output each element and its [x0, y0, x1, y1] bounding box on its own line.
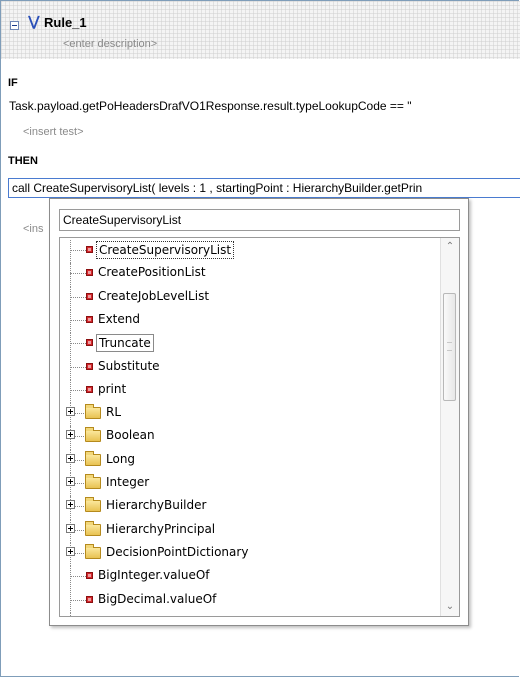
tree-item-label: BigInteger.valueOf: [98, 568, 210, 583]
scroll-up-arrow-icon[interactable]: ⌃: [441, 238, 459, 256]
then-keyword: THEN: [8, 155, 38, 167]
folder-icon: [85, 520, 101, 536]
tree-item-label: Truncate: [96, 334, 154, 353]
tree-folder-item[interactable]: DecisionPointDictionary: [60, 542, 439, 567]
tree-connector-line: [70, 240, 71, 264]
expand-plus-icon[interactable]: [66, 500, 75, 510]
tree-folder-item[interactable]: Long: [60, 449, 439, 473]
tree-connector-line: [70, 273, 86, 275]
tree-item-label: DecisionPointDictionary: [106, 544, 249, 559]
expand-plus-icon[interactable]: [66, 477, 75, 486]
tree-function-item[interactable]: Calendar.getInstance: [60, 612, 439, 616]
tree-item-label: Boolean: [106, 428, 155, 443]
rule-header: [1, 1, 520, 59]
tree-item-label: CreateSupervisoryList: [96, 241, 235, 259]
tree-folder-item[interactable]: Boolean: [60, 426, 439, 450]
tree-item-label: print: [98, 381, 127, 396]
tree-folder-item[interactable]: Integer: [60, 473, 439, 497]
tree-connector-line: [70, 366, 86, 368]
tree-connector-line: [70, 599, 86, 601]
tree-item-label: Substitute: [98, 358, 160, 373]
function-icon: [86, 595, 93, 603]
tree-connector-line: [70, 333, 71, 357]
action-row[interactable]: call CreateSupervisoryList( levels : 1 ,…: [8, 178, 520, 198]
insert-test-link[interactable]: <insert test>: [23, 126, 84, 138]
vertical-scrollbar[interactable]: ⌃ ⌄: [440, 238, 459, 616]
tree-folder-item[interactable]: HierarchyBuilder: [60, 496, 439, 520]
folder-icon: [85, 474, 101, 489]
action-text[interactable]: call CreateSupervisoryList( levels : 1 ,…: [12, 181, 422, 195]
tree-item-label: Integer: [106, 475, 150, 489]
tree-function-item[interactable]: Substitute: [60, 356, 439, 380]
tree-connector-line: [70, 356, 71, 380]
search-input-value: CreateSupervisoryList: [63, 213, 182, 227]
tree-item-label: BigDecimal.valueOf: [98, 591, 217, 606]
tree-connector-line: [70, 296, 86, 298]
function-icon: [86, 246, 93, 253]
folder-icon: [85, 404, 101, 420]
if-condition[interactable]: Task.payload.getPoHeadersDrafVO1Response…: [9, 99, 412, 113]
tree-function-item[interactable]: CreateJobLevelList: [60, 286, 439, 310]
insert-action-link[interactable]: <ins: [23, 223, 44, 235]
tree-connector-line: [70, 286, 71, 310]
tree-function-item[interactable]: CreatePositionList: [60, 263, 439, 287]
expand-plus-icon[interactable]: [66, 546, 75, 556]
tree-item-label: Extend: [98, 311, 140, 326]
tree-connector-line: [70, 566, 71, 590]
tree-connector-line: [70, 379, 71, 404]
tree-function-item[interactable]: BigDecimal.valueOf: [60, 589, 439, 613]
tree-connector-line: [70, 612, 71, 616]
tree-item-label: HierarchyBuilder: [106, 498, 207, 513]
expand-plus-icon[interactable]: [66, 453, 75, 463]
function-icon: [86, 292, 93, 300]
tree-folder-item[interactable]: RL: [60, 403, 439, 427]
tree-item-label: Long: [106, 451, 136, 466]
tree-item-label: Calendar.getInstance: [96, 615, 227, 616]
tree-item-label: CreatePositionList: [98, 265, 206, 280]
function-icon: [86, 362, 93, 370]
tree-connector-line: [70, 309, 71, 334]
search-input[interactable]: CreateSupervisoryList: [59, 209, 460, 231]
tree-connector-line: [70, 250, 86, 251]
tree-function-item[interactable]: print: [60, 379, 439, 404]
scroll-down-arrow-icon[interactable]: ⌄: [441, 598, 459, 616]
if-keyword: IF: [8, 77, 18, 89]
expand-plus-icon[interactable]: [66, 430, 75, 440]
expand-plus-icon[interactable]: [66, 407, 75, 417]
tree-connector-line: [70, 589, 71, 613]
folder-icon: [85, 497, 101, 513]
tree-connector-line: [70, 576, 86, 578]
tree-connector-line: [70, 263, 71, 287]
tree-function-item[interactable]: BigInteger.valueOf: [60, 566, 439, 590]
function-chooser-popup: CreateSupervisoryList CreateSupervisoryL…: [49, 198, 469, 626]
tree-item-label: RL: [106, 405, 122, 420]
tree-connector-line: [70, 343, 86, 345]
tree-connector-line: [70, 389, 86, 391]
double-chevron-icon[interactable]: ⋁: [28, 14, 40, 30]
function-icon: [86, 269, 93, 277]
function-tree-list[interactable]: CreateSupervisoryList CreatePositionList C…: [59, 237, 460, 617]
folder-icon: [85, 427, 101, 443]
rule-description-field[interactable]: <enter description>: [63, 38, 157, 50]
tree-function-item[interactable]: Truncate: [60, 333, 439, 357]
collapse-box-icon[interactable]: [10, 21, 19, 30]
function-icon: [86, 339, 93, 347]
expand-plus-icon[interactable]: [66, 523, 75, 533]
tree-connector-line: [70, 319, 86, 321]
scrollbar-thumb[interactable]: [443, 293, 456, 401]
tree-item-label: CreateJobLevelList: [98, 288, 210, 303]
tree-item-label: HierarchyPrincipal: [106, 521, 216, 536]
function-icon: [86, 315, 93, 323]
tree-folder-item[interactable]: HierarchyPrincipal: [60, 519, 439, 543]
tree-function-item[interactable]: Extend: [60, 309, 439, 334]
folder-icon: [85, 450, 101, 466]
function-icon: [86, 385, 93, 393]
folder-icon: [85, 543, 101, 559]
function-icon: [86, 572, 93, 580]
rule-name[interactable]: Rule_1: [44, 15, 87, 30]
tree-function-item[interactable]: CreateSupervisoryList: [60, 240, 439, 264]
